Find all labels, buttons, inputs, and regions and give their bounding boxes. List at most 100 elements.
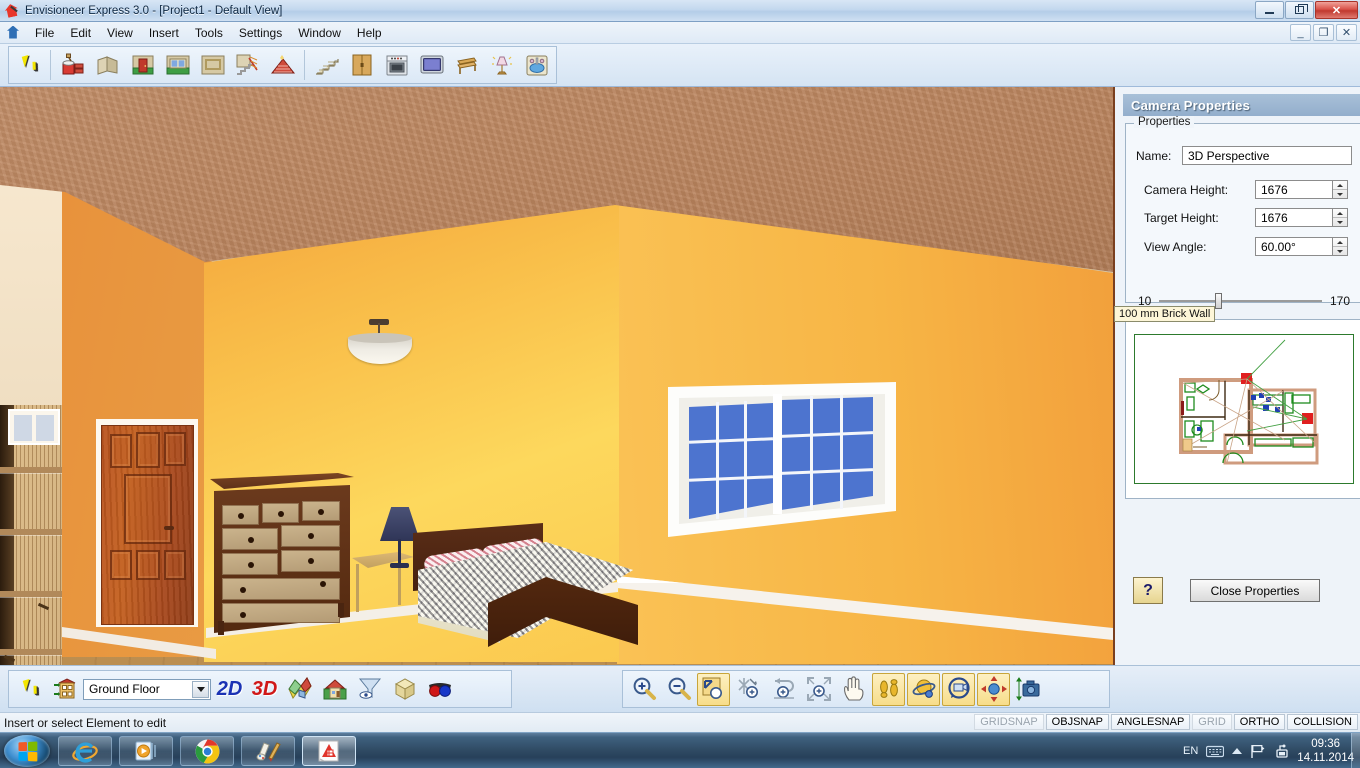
- stepper-down-arrow[interactable]: [1333, 218, 1347, 226]
- maximize-button[interactable]: [1285, 1, 1314, 19]
- pan-button[interactable]: [837, 673, 870, 706]
- zoom-window-button[interactable]: [697, 672, 730, 706]
- minimize-button[interactable]: [1255, 1, 1284, 19]
- camera-height-stepper[interactable]: [1333, 180, 1348, 199]
- taskbar-media-player[interactable]: [119, 736, 173, 766]
- status-badge-grid[interactable]: GRID: [1192, 714, 1232, 730]
- close-button[interactable]: ✕: [1315, 1, 1358, 19]
- show-desktop-button[interactable]: [1351, 733, 1360, 768]
- menu-item-edit[interactable]: Edit: [62, 24, 99, 42]
- stepper-down-arrow[interactable]: [1333, 190, 1347, 198]
- door-tool[interactable]: [126, 49, 159, 82]
- floor-manager-button[interactable]: [48, 673, 81, 706]
- split-view-icon: [287, 677, 312, 699]
- camera-height-button[interactable]: [1012, 673, 1045, 706]
- bookcase-shelf: [0, 467, 62, 473]
- chevron-down-icon[interactable]: [192, 680, 209, 698]
- dresser-knob: [248, 537, 254, 543]
- cabinet-tool[interactable]: [345, 49, 378, 82]
- zoom-extents-button[interactable]: [802, 673, 835, 706]
- tray-language[interactable]: EN: [1183, 745, 1198, 757]
- slider-thumb[interactable]: [1214, 293, 1222, 309]
- move-camera-button[interactable]: [977, 672, 1010, 706]
- taskbar-chrome[interactable]: [180, 736, 234, 766]
- zoom-out-button[interactable]: [662, 673, 695, 706]
- status-badge-gridsnap[interactable]: GRIDSNAP: [974, 714, 1044, 730]
- menu-item-file[interactable]: File: [27, 24, 62, 42]
- display-filter-button[interactable]: [353, 673, 386, 706]
- orbit-button[interactable]: [907, 672, 940, 706]
- taskbar-internet-explorer[interactable]: [58, 736, 112, 766]
- turn-camera-button[interactable]: [942, 672, 975, 706]
- stepper-up-arrow[interactable]: [1333, 238, 1347, 247]
- material-paint-tool[interactable]: [56, 49, 89, 82]
- lighting-tool[interactable]: [485, 49, 518, 82]
- view-angle-stepper[interactable]: [1333, 237, 1348, 256]
- window-tool[interactable]: [161, 49, 194, 82]
- plumbing-tool[interactable]: [520, 49, 553, 82]
- view-3d-button[interactable]: 3D: [248, 673, 281, 706]
- help-button[interactable]: ?: [1133, 577, 1163, 604]
- opening-tool[interactable]: [196, 49, 229, 82]
- slider-track[interactable]: [1159, 293, 1322, 309]
- taskbar-paint[interactable]: [241, 736, 295, 766]
- camera-height-icon: [1015, 677, 1039, 701]
- zoom-previous-button[interactable]: [767, 673, 800, 706]
- show-hidden-icons-icon[interactable]: [1232, 748, 1243, 754]
- properties-group: Properties Name: 3D Perspective Camera H…: [1125, 116, 1360, 309]
- status-badge-objsnap[interactable]: OBJSNAP: [1045, 714, 1110, 730]
- camera-name-field[interactable]: 3D Perspective: [1182, 146, 1352, 165]
- door-panel: [110, 550, 132, 580]
- bounding-box-button[interactable]: [388, 673, 421, 706]
- stereo-view-button[interactable]: [423, 673, 456, 706]
- start-button[interactable]: [4, 735, 50, 767]
- menu-item-window[interactable]: Window: [290, 24, 349, 42]
- windows-logo-icon: [17, 741, 37, 761]
- camera-height-field[interactable]: 1676: [1255, 180, 1333, 199]
- target-height-stepper[interactable]: [1333, 208, 1348, 227]
- status-badge-ortho[interactable]: ORTHO: [1233, 714, 1286, 730]
- close-properties-button[interactable]: Close Properties: [1190, 579, 1320, 602]
- map-tooltip: 100 mm Brick Wall: [1114, 306, 1216, 322]
- menu-item-insert[interactable]: Insert: [141, 24, 187, 42]
- status-badge-collision[interactable]: COLLISION: [1287, 714, 1358, 730]
- stepper-up-arrow[interactable]: [1333, 181, 1347, 190]
- stepper-up-arrow[interactable]: [1333, 209, 1347, 218]
- floor-selector[interactable]: Ground Floor: [83, 678, 211, 700]
- render-view-button[interactable]: [318, 673, 351, 706]
- taskbar-clock[interactable]: 09:36 14.11.2014: [1297, 737, 1354, 766]
- target-height-field[interactable]: 1676: [1255, 208, 1333, 227]
- network-icon[interactable]: [1273, 744, 1289, 759]
- mdi-minimize-button[interactable]: _: [1290, 24, 1311, 41]
- view-2d-button[interactable]: 2D: [213, 673, 246, 706]
- zoom-in-button[interactable]: [627, 673, 660, 706]
- mdi-close-button[interactable]: ✕: [1336, 24, 1357, 41]
- appliance-tool[interactable]: [380, 49, 413, 82]
- menu-item-tools[interactable]: Tools: [187, 24, 231, 42]
- split-view-button[interactable]: [283, 673, 316, 706]
- floorplan-minimap[interactable]: [1134, 334, 1354, 484]
- roof-tool[interactable]: [266, 49, 299, 82]
- menu-item-view[interactable]: View: [99, 24, 141, 42]
- stair-rail-tool[interactable]: [231, 49, 264, 82]
- action-center-flag-icon[interactable]: [1250, 744, 1265, 759]
- table-lamp-base: [390, 563, 409, 568]
- select-pointer-tool[interactable]: [12, 49, 45, 82]
- deck-stairs-tool[interactable]: [310, 49, 343, 82]
- view-angle-field[interactable]: 60.00°: [1255, 237, 1333, 256]
- select-tool-button[interactable]: [13, 673, 46, 706]
- taskbar-envisioneer[interactable]: [302, 736, 356, 766]
- walkthrough-button[interactable]: [872, 672, 905, 706]
- wall-tool[interactable]: [91, 49, 124, 82]
- status-badge-anglesnap[interactable]: ANGLESNAP: [1111, 714, 1191, 730]
- electronics-tool[interactable]: [415, 49, 448, 82]
- mdi-restore-button[interactable]: ❐: [1313, 24, 1334, 41]
- menu-item-help[interactable]: Help: [349, 24, 390, 42]
- 3d-render-viewport[interactable]: [0, 87, 1113, 665]
- keyboard-icon[interactable]: [1206, 745, 1225, 758]
- furniture-tool[interactable]: [450, 49, 483, 82]
- mdi-document-icon[interactable]: [5, 25, 21, 41]
- zoom-point-button[interactable]: [732, 673, 765, 706]
- stepper-down-arrow[interactable]: [1333, 247, 1347, 255]
- menu-item-settings[interactable]: Settings: [231, 24, 290, 42]
